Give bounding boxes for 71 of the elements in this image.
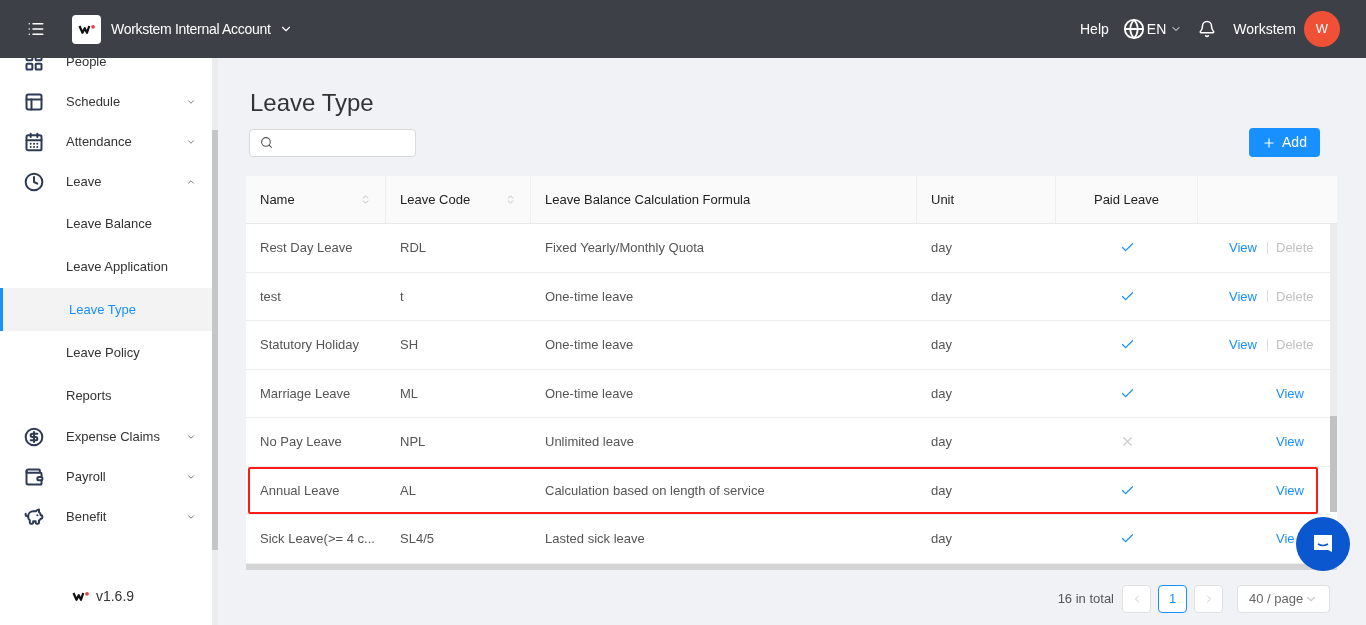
- sidebar-item[interactable]: Attendance: [0, 122, 212, 162]
- version-label: v1.6.9: [95, 586, 135, 606]
- table-cell-text: SL4/5: [399, 530, 435, 548]
- menu-section-icon: [24, 172, 44, 192]
- next-page-button[interactable]: [1194, 585, 1223, 613]
- search-field[interactable]: [249, 128, 416, 157]
- table-cell-text: One-time leave: [544, 384, 635, 403]
- page-size-select[interactable]: 40 / page: [1237, 585, 1330, 613]
- sort-icon[interactable]: [360, 194, 371, 205]
- sidebar-subitem[interactable]: Leave Application: [0, 245, 212, 288]
- column-header[interactable]: Paid Leave: [1056, 176, 1198, 223]
- table-cell-text: day: [930, 239, 953, 257]
- menu-section-icon: [24, 92, 44, 112]
- search-icon: [260, 136, 273, 149]
- table-cell-text: AL: [399, 481, 417, 500]
- menu-section-icon: [24, 132, 44, 152]
- column-header[interactable]: Leave Balance Calculation Formula: [531, 176, 917, 223]
- table-cell-text: day: [930, 481, 953, 500]
- sidebar-item[interactable]: Benefit: [0, 497, 212, 537]
- menu-section-icon: [24, 58, 44, 72]
- table-cell-text: Annual Leave: [259, 481, 341, 500]
- sidebar-subitem[interactable]: Leave Balance: [0, 202, 212, 245]
- table-cell-text: SH: [399, 336, 420, 354]
- sidebar-item[interactable]: Expense Claims: [0, 417, 212, 457]
- help-link[interactable]: Help: [1080, 18, 1109, 40]
- table-cell-text: NPL: [399, 433, 427, 451]
- table-cell-text: test: [259, 287, 282, 306]
- logo-icon: [71, 590, 90, 602]
- table-cell-text: day: [930, 530, 953, 548]
- column-header[interactable]: Name: [246, 176, 386, 223]
- table-cell-text: day: [930, 336, 953, 354]
- sidebar-subitem[interactable]: Reports: [0, 374, 212, 417]
- table-cell-text: day: [930, 433, 953, 451]
- table-cell-text: RDL: [399, 239, 427, 257]
- table-cell-text: Sick Leave(>= 4 c...: [259, 530, 376, 548]
- previous-page-button[interactable]: [1122, 585, 1151, 613]
- table-cell-text: Marriage Leave: [259, 384, 352, 403]
- column-header[interactable]: Unit: [917, 176, 1056, 223]
- sidebar-subitem[interactable]: Leave Policy: [0, 331, 212, 374]
- table-cell-text: One-time leave: [544, 287, 635, 306]
- table-cell-text: Calculation based on length of service: [544, 481, 766, 500]
- sidebar-item[interactable]: Payroll: [0, 457, 212, 497]
- table-cell-text: Unlimited leave: [544, 433, 635, 451]
- sidebar-item[interactable]: Leave: [0, 162, 212, 202]
- table-cell-text: Fixed Yearly/Monthly Quota: [544, 239, 705, 257]
- table-cell-text: One-time leave: [544, 336, 635, 354]
- table-cell-text: ML: [399, 384, 420, 403]
- sort-icon[interactable]: [505, 194, 516, 205]
- table-cell-text: day: [930, 384, 953, 403]
- user-name: Workstem: [1233, 19, 1296, 39]
- table-cell-text: Rest Day Leave: [259, 239, 354, 257]
- table-cell-text: t: [399, 287, 405, 306]
- account-switcher[interactable]: Workstem Internal Account: [111, 18, 293, 40]
- menu-section-icon: [24, 427, 44, 447]
- table-cell-text: No Pay Leave: [259, 433, 343, 451]
- table-cell-text: Statutory Holiday: [259, 336, 360, 354]
- column-header[interactable]: Leave Code: [386, 176, 531, 223]
- language-switcher[interactable]: EN: [1146, 18, 1183, 40]
- globe-icon: [1122, 18, 1145, 40]
- user-avatar[interactable]: W: [1304, 11, 1340, 47]
- notification-icon[interactable]: [1198, 20, 1217, 38]
- table-cell-text: day: [930, 287, 953, 306]
- menu-section-icon: [24, 507, 44, 527]
- logo-icon: [77, 23, 96, 35]
- app-logo[interactable]: [72, 14, 101, 44]
- page-title: Leave Type: [250, 88, 375, 118]
- total-count: 16 in total: [1057, 590, 1114, 609]
- plus-icon: [1262, 135, 1277, 150]
- sidebar-item[interactable]: Schedule: [0, 82, 212, 122]
- table-cell-text: Lasted sick leave: [544, 530, 646, 548]
- menu-section-icon: [24, 467, 44, 487]
